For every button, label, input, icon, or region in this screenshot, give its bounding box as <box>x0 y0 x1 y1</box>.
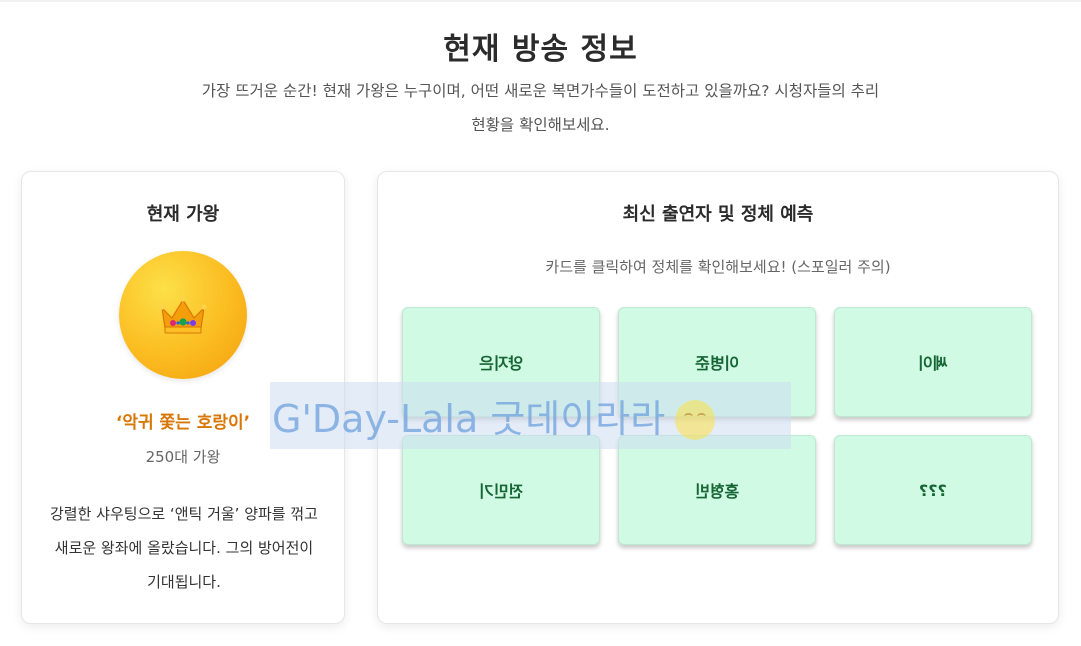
crown-badge <box>119 251 247 379</box>
contestant-card-5[interactable]: 홍형빈 <box>618 435 816 545</box>
contestant-label: ??? <box>919 480 947 500</box>
contestant-card-4[interactable]: 전민기 <box>402 435 600 545</box>
contestant-label: 쎄이 <box>918 354 948 373</box>
watermark-text: G'Day-Lala 굿데이라라 <box>272 397 666 441</box>
page-subtitle: 가장 뜨거운 순간! 현재 가왕은 누구이며, 어떤 새로운 복면가수들이 도전… <box>201 82 880 134</box>
top-divider <box>0 0 1081 2</box>
contestants-hint: 카드를 클릭하여 정체를 확인해보세요! (스포일러 주의) <box>545 258 891 276</box>
crown-icon <box>159 296 207 334</box>
contestant-label: 양지은 <box>478 354 524 373</box>
current-king-heading: 현재 가왕 <box>146 204 220 225</box>
watermark: G'Day-Lala 굿데이라라 <box>270 382 791 449</box>
contestant-card-3[interactable]: 쎄이 <box>834 307 1032 417</box>
smiley-icon <box>675 399 716 440</box>
contestant-card-6[interactable]: ??? <box>834 435 1032 545</box>
king-reign: 250대 가왕 <box>145 448 221 466</box>
contestant-label: 전민기 <box>478 482 524 501</box>
contestants-heading: 최신 출연자 및 정체 예측 <box>622 204 814 225</box>
page-title: 현재 방송 정보 <box>443 32 638 67</box>
king-description: 강렬한 샤우팅으로 ‘앤틱 거울’ 양파를 꺾고 새로운 왕좌에 올랐습니다. … <box>50 505 318 591</box>
contestant-label: 이병준 <box>694 354 740 373</box>
contestant-label: 홍형빈 <box>694 482 740 501</box>
